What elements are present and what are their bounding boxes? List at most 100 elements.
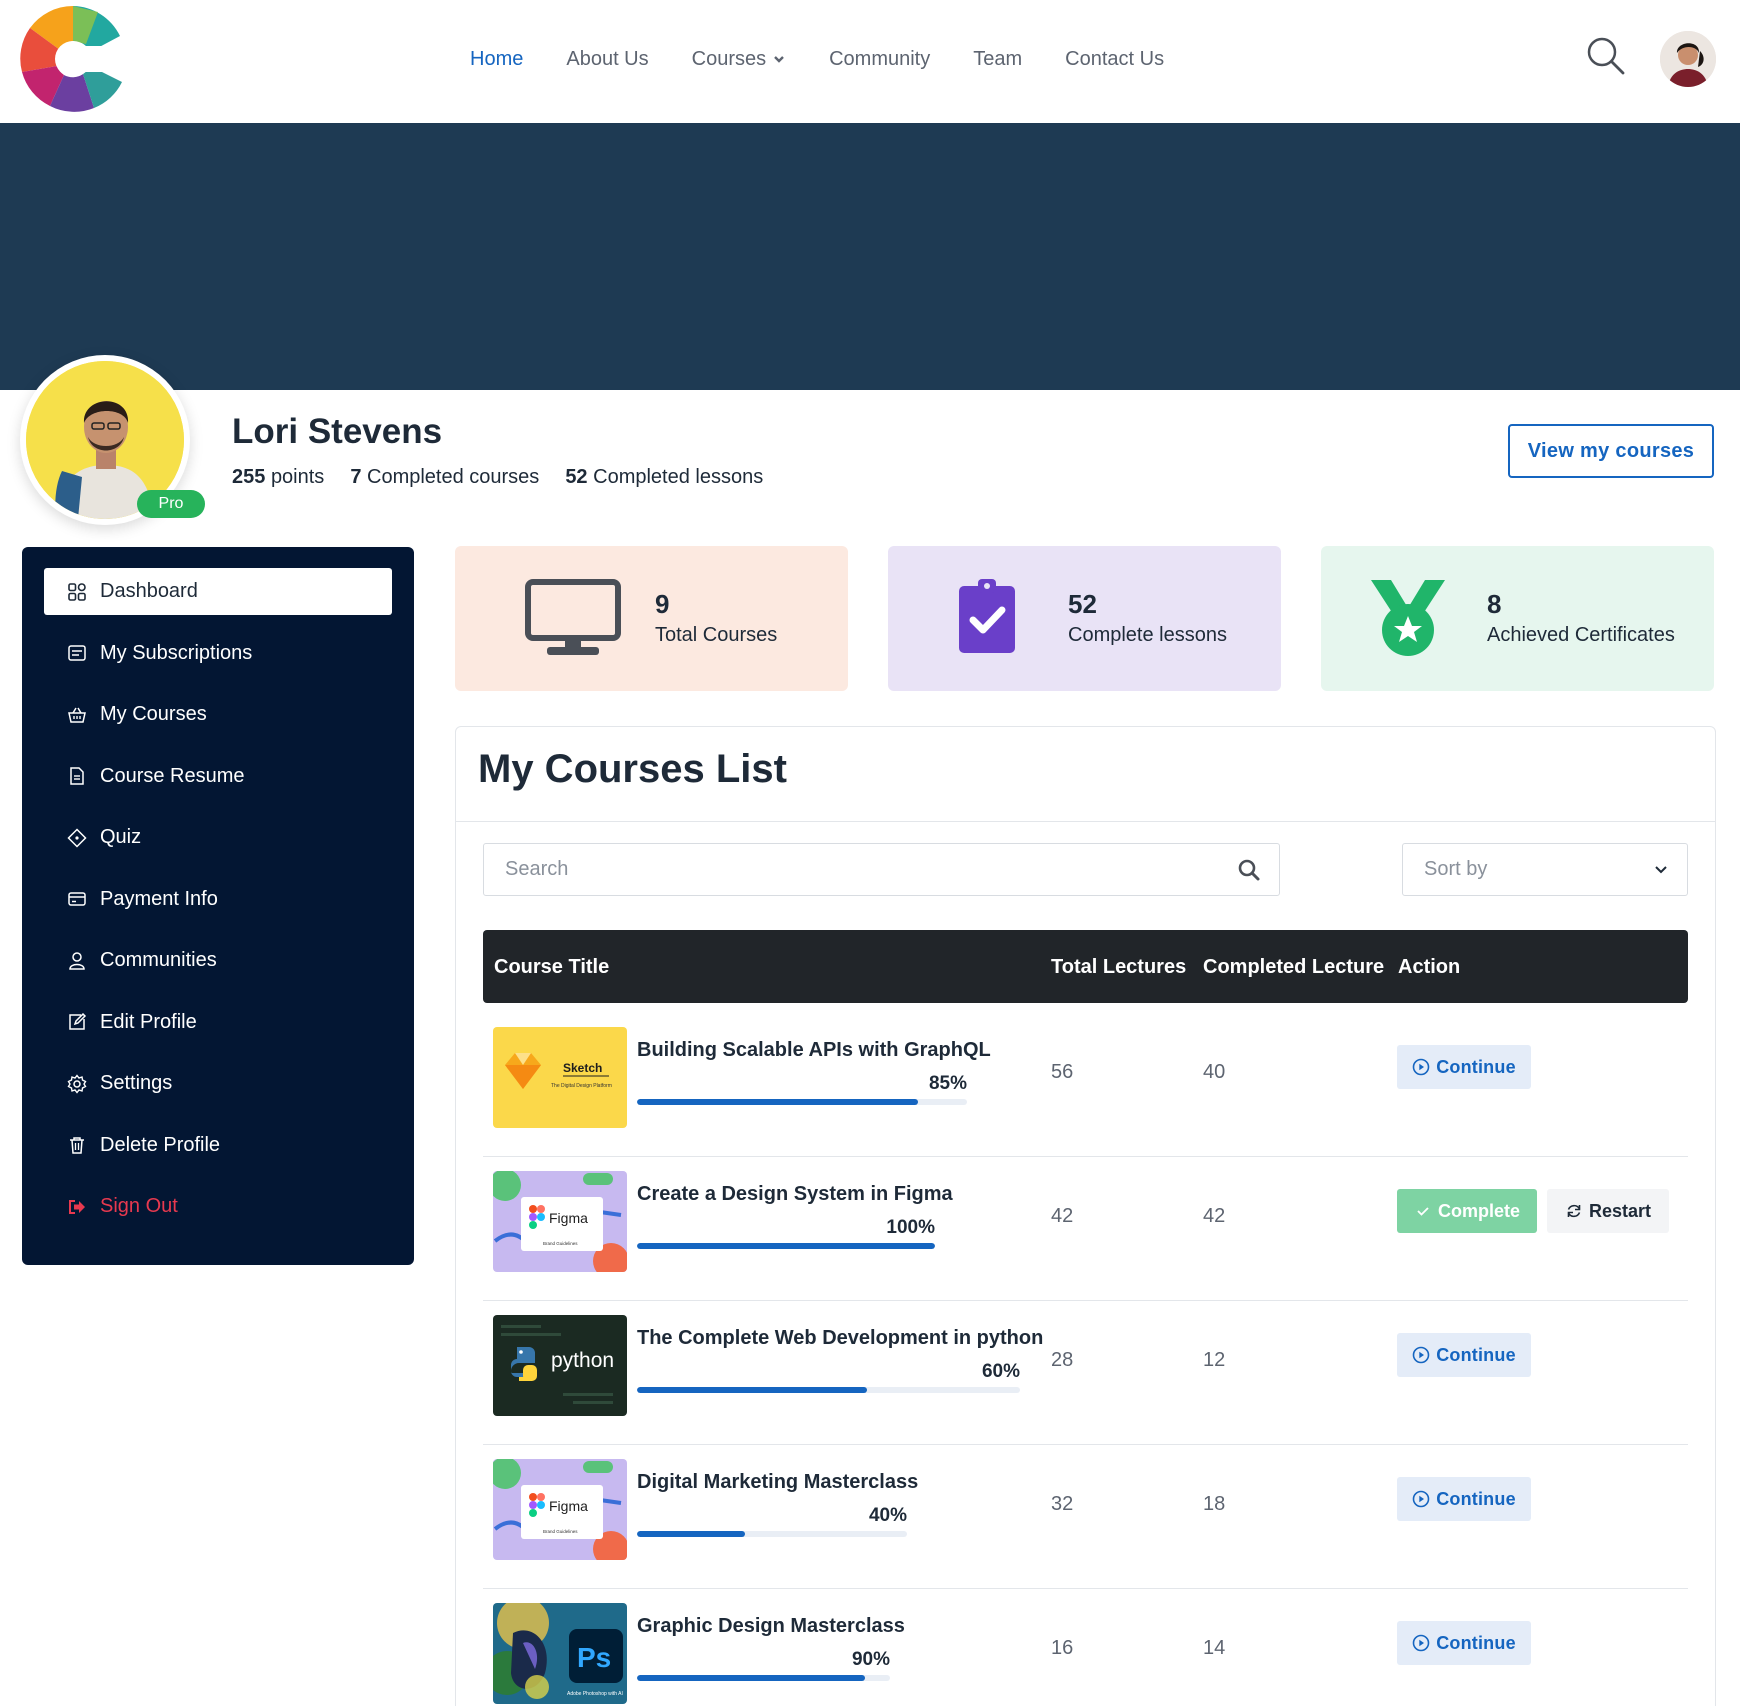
stat-label: Total Courses [655, 624, 778, 646]
sketch-logo-text: Sketch [563, 1061, 602, 1075]
continue-button[interactable]: Continue [1397, 1477, 1531, 1521]
total-lectures: 16 [1051, 1637, 1074, 1659]
sign-out-icon [66, 1196, 88, 1218]
course-progress-percent: 40% [868, 1505, 907, 1526]
figma-sub-text: Brand Guidelines [543, 1241, 578, 1246]
course-progress-bar [637, 1675, 890, 1681]
sidebar-item-communities[interactable]: Communities [44, 937, 392, 984]
continue-button-label: Continue [1436, 1344, 1516, 1365]
play-circle-icon [1412, 1634, 1430, 1652]
view-my-courses-button[interactable]: View my courses [1508, 424, 1714, 478]
completed-courses-stat: 7 Completed courses [350, 466, 540, 488]
complete-button[interactable]: Complete [1397, 1189, 1537, 1233]
edit-icon [66, 1011, 88, 1033]
points-stat: 255 points [232, 466, 325, 488]
stat-value: 8 [1487, 589, 1502, 619]
column-header-course-title[interactable]: Course Title [494, 956, 609, 979]
chevron-down-icon [774, 56, 784, 63]
table-row: Figma Brand Guidelines Digital Marketing… [483, 1445, 1688, 1589]
course-title[interactable]: The Complete Web Development in python [637, 1327, 1043, 1350]
divider [456, 821, 1715, 822]
courses-list-title: My Courses List [478, 747, 787, 791]
course-title[interactable]: Building Scalable APIs with GraphQL [637, 1039, 991, 1062]
total-lectures: 28 [1051, 1349, 1074, 1371]
restart-button[interactable]: Restart [1547, 1189, 1669, 1233]
credit-card-icon [66, 888, 88, 910]
nav-about-us[interactable]: About Us [566, 48, 648, 71]
sidebar-item-settings[interactable]: Settings [44, 1060, 392, 1107]
document-icon [66, 765, 88, 787]
sketch-thumbnail[interactable]: Sketch The Digital Design Platform [493, 1027, 627, 1128]
trash-icon [66, 1134, 88, 1156]
sidebar-item-sign-out[interactable]: Sign Out [44, 1183, 392, 1230]
table-header: Course Title Total Lectures Completed Le… [483, 930, 1688, 1003]
completed-lectures: 14 [1203, 1637, 1226, 1659]
restart-button-label: Restart [1588, 1200, 1652, 1221]
python-thumbnail[interactable]: python [493, 1315, 627, 1416]
continue-button-label: Continue [1436, 1056, 1516, 1077]
stat-value: 9 [655, 589, 670, 619]
sidebar-item-payment-info[interactable]: Payment Info [44, 876, 392, 923]
site-header: Home About Us Courses Community Team Con… [0, 0, 1740, 123]
sidebar-item-my-subscriptions[interactable]: My Subscriptions [44, 630, 392, 677]
sidebar-item-label: Dashboard [100, 580, 198, 602]
continue-button-label: Continue [1436, 1632, 1516, 1653]
subscriptions-icon [66, 642, 88, 664]
continue-button[interactable]: Continue [1397, 1333, 1531, 1377]
courses-list-panel: My Courses List Sort by Course Title Tot… [455, 726, 1716, 1706]
course-title[interactable]: Digital Marketing Masterclass [637, 1471, 918, 1494]
column-header-total-lectures[interactable]: Total Lectures [1051, 956, 1186, 979]
search-input[interactable] [484, 844, 1184, 895]
search-icon[interactable] [1586, 36, 1626, 76]
course-title[interactable]: Create a Design System in Figma [637, 1183, 953, 1206]
total-lectures: 56 [1051, 1061, 1074, 1083]
nav-team[interactable]: Team [973, 48, 1022, 71]
quiz-icon [66, 827, 88, 849]
user-avatar[interactable] [1660, 31, 1716, 87]
column-header-action: Action [1398, 956, 1461, 978]
course-title[interactable]: Graphic Design Masterclass [637, 1615, 905, 1638]
sidebar-item-label: Communities [100, 949, 217, 971]
table-row: Sketch The Digital Design Platform Build… [483, 1013, 1688, 1157]
completed-lectures: 40 [1203, 1061, 1226, 1083]
nav-home[interactable]: Home [470, 48, 523, 71]
figma-logo-text: Figma [549, 1210, 588, 1226]
table-row: Ps Adobe Photoshop with AI Graphic Desig… [483, 1589, 1688, 1706]
sidebar: Dashboard My Subscriptions My Courses Co… [22, 547, 414, 1265]
continue-button[interactable]: Continue [1397, 1621, 1531, 1665]
figma-sub-text: Brand Guidelines [543, 1529, 578, 1534]
profile-stats: 255 points 7 Completed courses 52 Comple… [232, 466, 763, 489]
figma-thumbnail[interactable]: Figma Brand Guidelines [493, 1171, 627, 1272]
complete-button-label: Complete [1437, 1200, 1520, 1221]
sidebar-item-delete-profile[interactable]: Delete Profile [44, 1122, 392, 1169]
play-circle-icon [1412, 1346, 1430, 1364]
progress-fill [637, 1387, 867, 1393]
ps-sub-text: Adobe Photoshop with AI [567, 1691, 623, 1697]
sort-select[interactable]: Sort by [1402, 843, 1688, 896]
gear-icon [66, 1073, 88, 1095]
course-progress-bar [637, 1387, 1020, 1393]
sidebar-item-label: Payment Info [100, 887, 218, 910]
continue-button[interactable]: Continue [1397, 1045, 1531, 1089]
column-header-completed-lecture[interactable]: Completed Lecture [1203, 956, 1384, 979]
brand-logo[interactable] [20, 5, 126, 112]
sidebar-item-label: Quiz [100, 826, 142, 848]
course-progress-percent: 90% [851, 1649, 890, 1670]
photoshop-thumbnail[interactable]: Ps Adobe Photoshop with AI [493, 1603, 627, 1704]
sidebar-item-edit-profile[interactable]: Edit Profile [44, 999, 392, 1046]
sidebar-item-dashboard[interactable]: Dashboard [44, 568, 392, 615]
sidebar-item-quiz[interactable]: Quiz [44, 814, 392, 861]
progress-fill [637, 1099, 918, 1105]
figma-thumbnail[interactable]: Figma Brand Guidelines [493, 1459, 627, 1560]
nav-contact-us[interactable]: Contact Us [1065, 48, 1164, 71]
course-progress-percent: 100% [886, 1217, 935, 1238]
sidebar-item-course-resume[interactable]: Course Resume [44, 753, 392, 800]
stat-label: Complete lessons [1068, 624, 1227, 646]
sidebar-item-my-courses[interactable]: My Courses [44, 691, 392, 738]
sidebar-item-label: Settings [100, 1072, 173, 1094]
nav-courses[interactable]: Courses [692, 48, 786, 71]
dashboard-icon [66, 581, 88, 603]
search-icon[interactable] [1237, 858, 1261, 882]
completed-lectures: 42 [1203, 1205, 1226, 1227]
nav-community[interactable]: Community [829, 48, 930, 71]
